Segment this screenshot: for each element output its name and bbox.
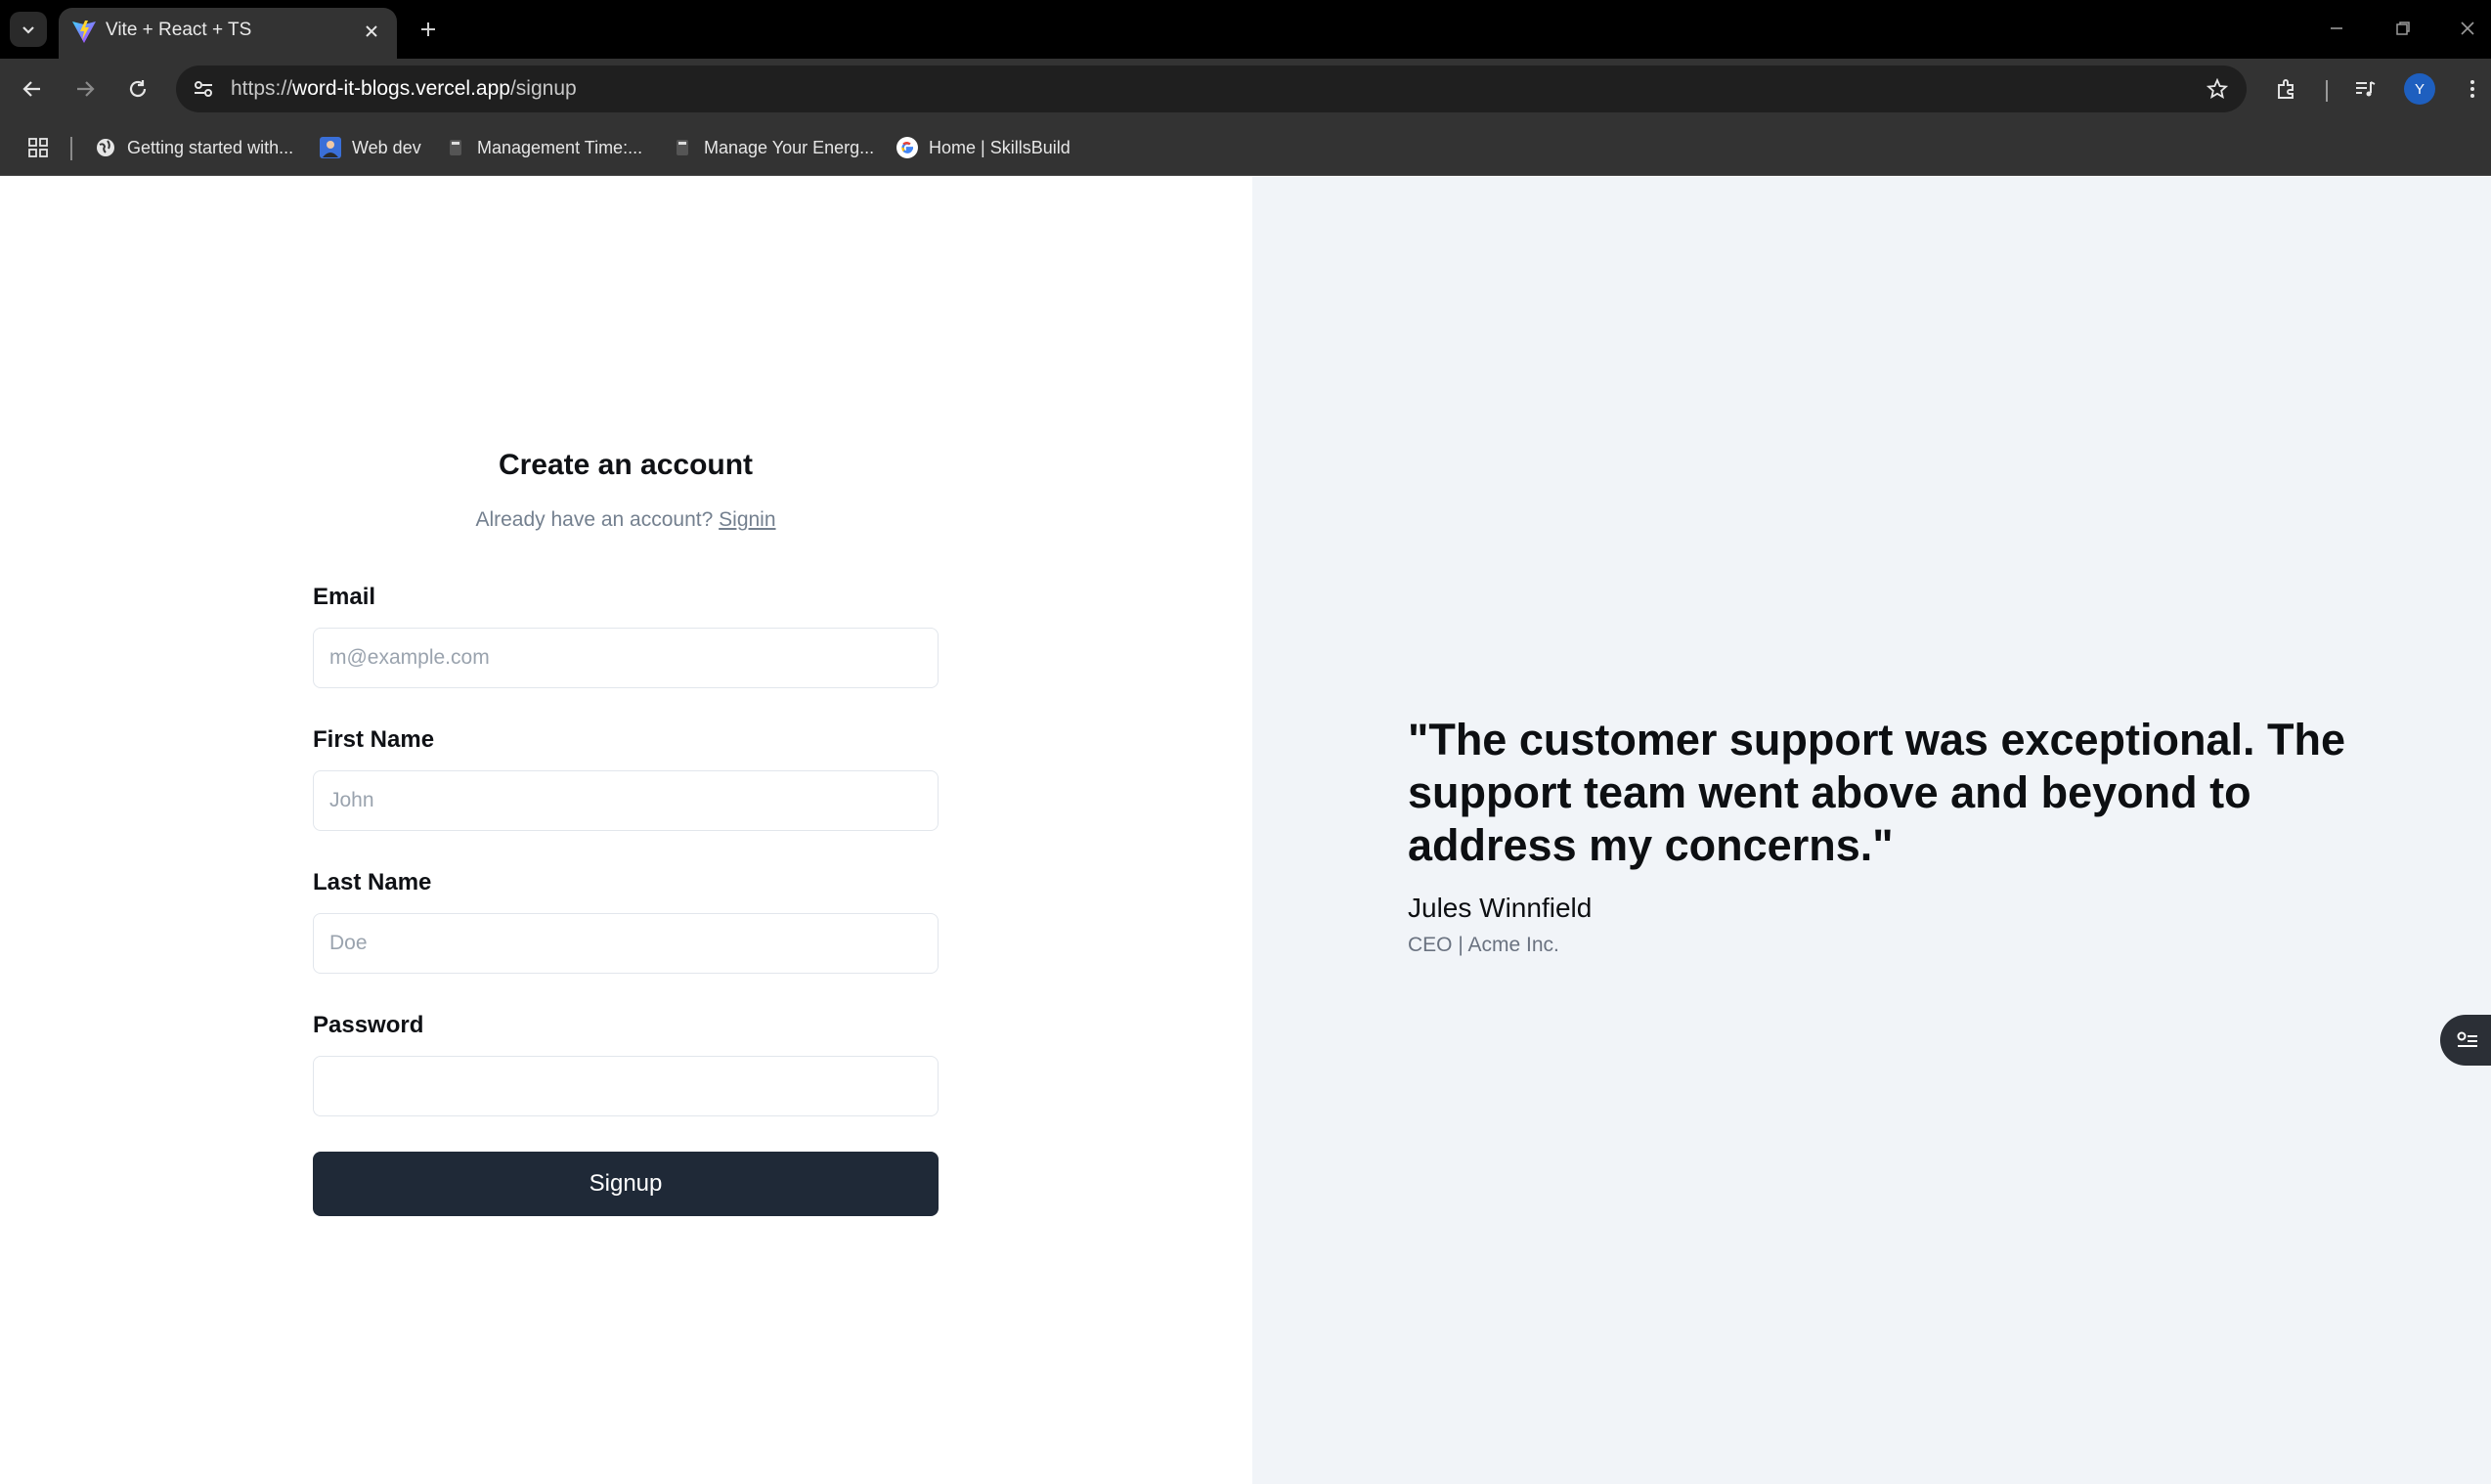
site-info-button[interactable] — [188, 73, 219, 105]
browser-toolbar: https://word-it-blogs.vercel.app/signup … — [0, 59, 2491, 119]
chevron-down-icon — [22, 26, 34, 34]
reload-button[interactable] — [117, 68, 158, 109]
tab-title: Vite + React + TS — [106, 20, 252, 40]
browser-menu-button[interactable] — [2452, 68, 2491, 109]
browser-titlebar: Vite + React + TS — [0, 0, 2491, 59]
url-path: /signup — [509, 77, 577, 100]
first-name-label: First Name — [313, 726, 435, 753]
bookmark-management-time[interactable]: Management Time:... — [444, 131, 642, 164]
puzzle-icon — [2278, 79, 2294, 99]
url-text: https://word-it-blogs.vercel.app/signup — [231, 65, 577, 112]
list-toggle-icon — [2457, 1031, 2477, 1047]
reload-icon — [129, 80, 147, 98]
bookmark-star-button[interactable] — [2202, 73, 2233, 105]
first-name-field[interactable] — [313, 770, 939, 831]
avatar-thumbnail-icon — [319, 136, 342, 159]
bookmark-getting-started[interactable]: Getting started with... — [94, 131, 293, 164]
new-tab-button[interactable] — [411, 14, 446, 45]
signup-panel: Create an account Already have an accoun… — [0, 177, 1252, 1484]
close-window-button[interactable] — [2444, 10, 2491, 47]
signup-button[interactable]: Signup — [313, 1152, 939, 1216]
last-name-label: Last Name — [313, 869, 432, 895]
page-title: Create an account — [498, 449, 754, 481]
minimize-icon — [2331, 27, 2342, 29]
bookmark-label: Management Time:... — [477, 137, 643, 157]
profile-avatar[interactable]: Y — [2404, 73, 2435, 105]
toolbar-separator — [2326, 80, 2328, 102]
url-host: word-it-blogs.vercel.app — [292, 77, 510, 100]
apps-grid-icon — [28, 138, 48, 157]
email-label: Email — [313, 584, 376, 610]
password-label: Password — [313, 1012, 424, 1038]
plus-icon — [421, 22, 435, 36]
restore-button[interactable] — [2380, 10, 2426, 47]
tab-close-button[interactable] — [360, 20, 383, 43]
signin-prompt: Already have an account? Signin — [313, 508, 939, 532]
forward-button[interactable] — [65, 68, 106, 109]
vite-logo-icon — [72, 21, 96, 43]
minimize-button[interactable] — [2313, 10, 2360, 47]
testimonial-author-title: CEO | Acme Inc. — [1408, 934, 1559, 956]
testimonial-quote: "The customer support was exceptional. T… — [1408, 715, 2346, 870]
bookmark-label: Home | SkillsBuild — [929, 137, 1071, 157]
media-controls-button[interactable] — [2344, 68, 2385, 109]
close-icon — [366, 25, 377, 37]
arrow-right-icon — [77, 81, 95, 97]
tune-icon — [195, 81, 212, 97]
bookmark-label: Web dev — [352, 137, 421, 157]
hbr-icon — [671, 136, 694, 159]
google-icon — [896, 136, 919, 159]
bookmark-web-dev[interactable]: Web dev — [319, 131, 421, 164]
signin-prompt-text: Already have an account? — [475, 508, 714, 531]
bookmarks-bar: Getting started with... Web dev Manageme… — [0, 119, 2491, 176]
back-button[interactable] — [12, 68, 53, 109]
restore-icon — [2396, 22, 2410, 35]
bookmark-label: Getting started with... — [127, 137, 294, 157]
bookmark-manage-energy[interactable]: Manage Your Energ... — [671, 131, 874, 164]
globe-icon — [94, 136, 117, 159]
testimonial-panel: "The customer support was exceptional. T… — [1252, 177, 2491, 1484]
password-field[interactable] — [313, 1056, 939, 1116]
testimonial-author: Jules Winnfield — [1408, 893, 1593, 923]
signin-link[interactable]: Signin — [719, 508, 775, 531]
apps-button[interactable] — [23, 133, 53, 162]
browser-tab[interactable]: Vite + React + TS — [59, 8, 397, 59]
star-icon — [2207, 78, 2228, 100]
extensions-button[interactable] — [2266, 68, 2307, 109]
floating-sidebar-button[interactable] — [2440, 1015, 2491, 1066]
close-icon — [2461, 22, 2474, 35]
address-bar[interactable]: https://word-it-blogs.vercel.app/signup — [176, 65, 2247, 112]
page-content: Create an account Already have an accoun… — [0, 177, 2491, 1484]
url-scheme: https:// — [231, 77, 293, 100]
email-field[interactable] — [313, 628, 939, 688]
more-vertical-icon — [2470, 80, 2474, 98]
bookmarks-separator — [70, 137, 72, 160]
last-name-field[interactable] — [313, 913, 939, 974]
bookmark-label: Manage Your Energ... — [704, 137, 875, 157]
bookmark-skillsbuild[interactable]: Home | SkillsBuild — [896, 131, 1071, 164]
playlist-music-icon — [2356, 81, 2376, 97]
arrow-left-icon — [22, 81, 40, 97]
tab-search-button[interactable] — [10, 12, 47, 47]
hbr-icon — [444, 136, 467, 159]
